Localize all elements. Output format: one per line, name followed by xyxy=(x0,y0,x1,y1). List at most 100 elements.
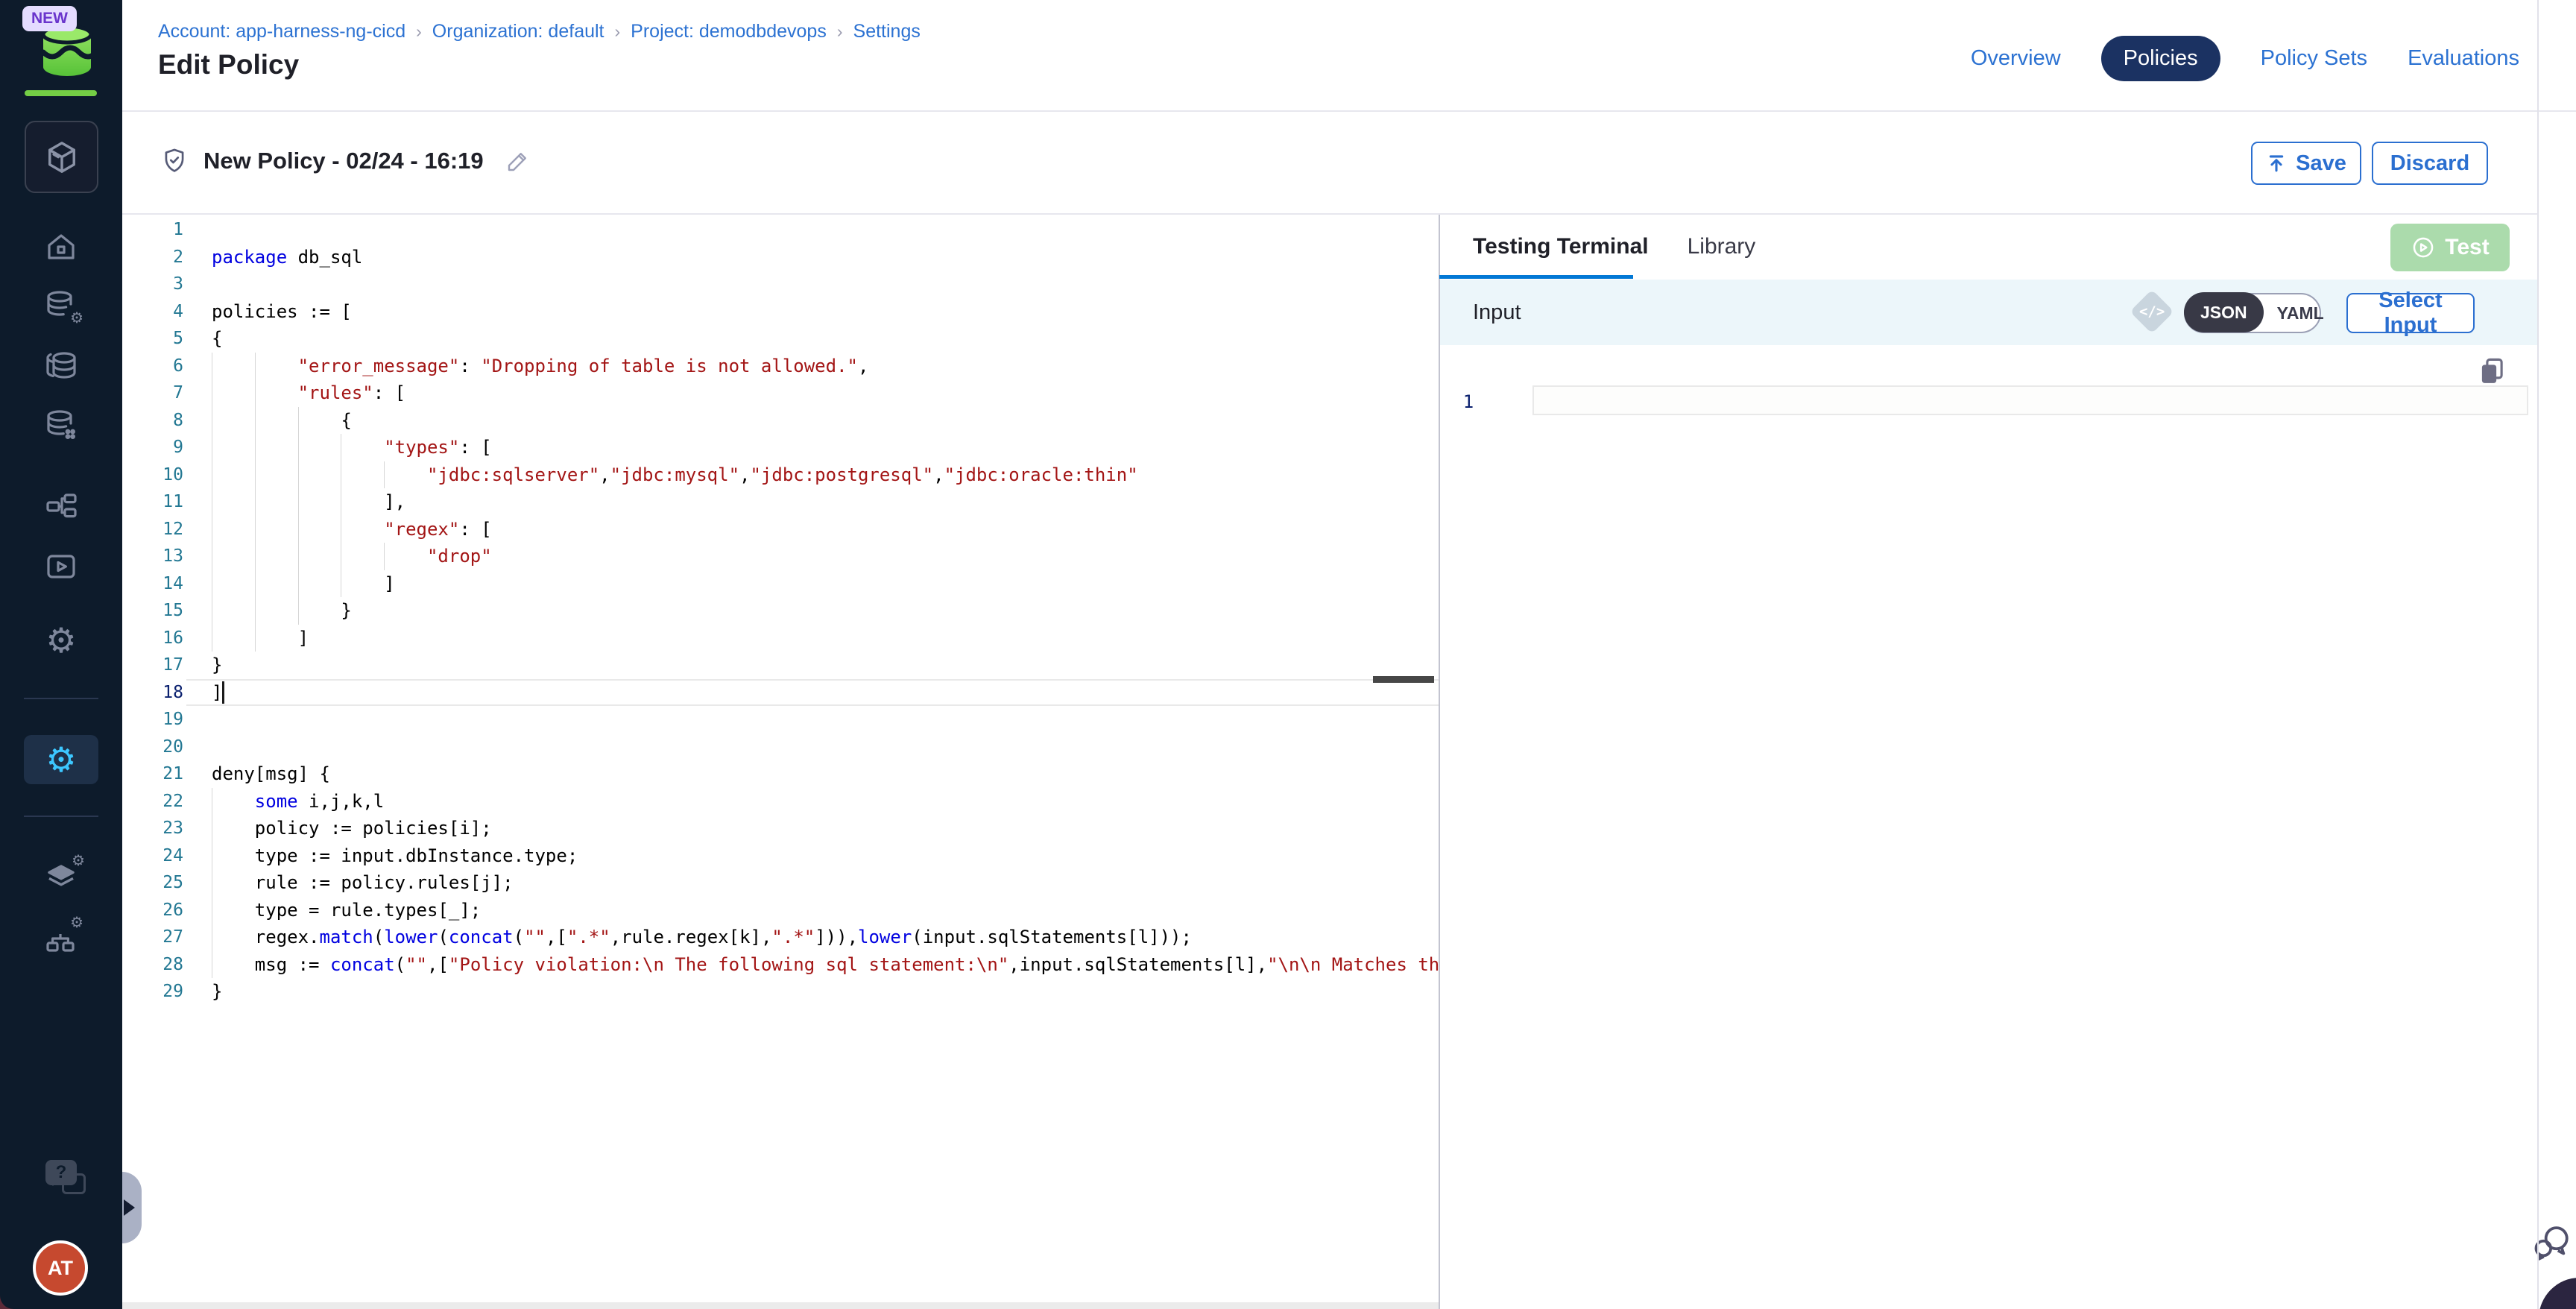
code-line: deny[msg] { xyxy=(212,760,330,788)
new-badge: NEW xyxy=(22,6,77,31)
input-editor-line-number: 1 xyxy=(1453,388,1483,416)
code-line: ] xyxy=(212,570,395,598)
layers-gear-icon: ⚙ xyxy=(43,859,79,895)
tab-policies-active[interactable]: Policies xyxy=(2101,36,2220,81)
breadcrumb-separator: › xyxy=(837,22,843,42)
sidebar-item-database-devops[interactable] xyxy=(0,407,122,443)
line-number: 2 xyxy=(122,244,183,271)
tab-testing-terminal[interactable]: Testing Terminal xyxy=(1473,234,1649,259)
line-number: 4 xyxy=(122,298,183,326)
tab-library[interactable]: Library xyxy=(1688,234,1756,259)
sidebar-item-executions[interactable] xyxy=(0,549,122,584)
code-line: } xyxy=(212,978,222,1006)
pipeline-tree-icon xyxy=(43,489,79,525)
policy-toolbar: New Policy - 02/24 - 16:19 xyxy=(160,145,531,177)
avatar[interactable]: AT xyxy=(33,1240,88,1296)
sidebar-expand-handle[interactable] xyxy=(122,1172,142,1243)
testing-panel-tabs: Testing Terminal Library xyxy=(1440,215,2537,279)
line-number: 9 xyxy=(122,434,183,461)
editor-horizontal-scrollbar[interactable] xyxy=(122,1302,1439,1309)
overview-ruler-cursor-marker xyxy=(1373,676,1434,683)
input-editor-current-line[interactable] xyxy=(1532,385,2528,415)
code-line: policy := policies[i]; xyxy=(212,815,492,842)
play-circle-icon xyxy=(2411,235,2436,260)
line-number: 25 xyxy=(122,869,183,897)
code-line: package db_sql xyxy=(212,244,362,271)
sidebar-item-pipelines[interactable] xyxy=(0,489,122,525)
shield-check-icon xyxy=(160,145,189,177)
sidebar-divider xyxy=(24,816,98,817)
line-number: 3 xyxy=(122,271,183,298)
tab-overview[interactable]: Overview xyxy=(1971,46,2061,71)
edit-pencil-icon[interactable] xyxy=(505,148,531,174)
breadcrumb: Account: app-harness-ng-cicd › Organizat… xyxy=(158,21,921,42)
edit-policy-page: NEW xyxy=(0,0,2576,1309)
format-toggle[interactable]: JSON YAML xyxy=(2184,293,2321,333)
header-divider xyxy=(122,110,2576,112)
code-line: type = rule.types[_]; xyxy=(212,897,481,924)
mini-gear-icon: ⚙ xyxy=(70,915,83,930)
harness-db-logo-icon[interactable] xyxy=(37,25,97,76)
code-line: "error_message": "Dropping of table is n… xyxy=(212,353,868,380)
code-line: type := input.dbInstance.type; xyxy=(212,842,578,870)
code-line: "types": [ xyxy=(212,434,492,461)
tab-policy-sets[interactable]: Policy Sets xyxy=(2261,46,2367,71)
sidebar-item-project-settings-active[interactable]: ⚙ xyxy=(24,735,98,784)
select-input-button[interactable]: Select Input xyxy=(2346,293,2475,333)
breadcrumb-account[interactable]: Account: app-harness-ng-cicd xyxy=(158,21,405,42)
help-chat-icon: ? xyxy=(45,1160,77,1185)
sidebar-item-layers-settings[interactable]: ⚙ xyxy=(0,859,122,895)
sidebar-item-home[interactable] xyxy=(0,230,122,265)
active-gear-icon: ⚙ xyxy=(45,742,76,777)
sidebar-item-database-settings[interactable]: ⚙ xyxy=(0,288,122,324)
breadcrumb-project[interactable]: Project: demodbdevops xyxy=(631,21,827,42)
line-number: 14 xyxy=(122,570,183,598)
line-number: 17 xyxy=(122,652,183,679)
save-button[interactable]: Save xyxy=(2251,142,2361,185)
line-number: 15 xyxy=(122,597,183,625)
home-icon xyxy=(43,230,79,265)
active-tab-underline xyxy=(1439,275,1633,279)
code-line: { xyxy=(212,325,222,353)
line-number: 23 xyxy=(122,815,183,842)
line-number: 6 xyxy=(122,353,183,380)
line-number: 11 xyxy=(122,488,183,516)
code-line: ], xyxy=(212,488,405,516)
discard-label: Discard xyxy=(2390,151,2469,176)
code-line: } xyxy=(212,652,222,679)
toggle-option-json-active[interactable]: JSON xyxy=(2184,292,2264,332)
sidebar-item-module-package[interactable] xyxy=(25,121,98,193)
breadcrumb-settings[interactable]: Settings xyxy=(853,21,921,42)
sidebar-item-database-stack[interactable] xyxy=(0,347,122,383)
line-number: 5 xyxy=(122,325,183,353)
sidebar-item-organization-settings[interactable]: ⚙ xyxy=(0,921,122,957)
code-line: policies := [ xyxy=(212,298,352,326)
breadcrumb-organization[interactable]: Organization: default xyxy=(432,21,604,42)
line-number: 20 xyxy=(122,734,183,761)
copy-icon[interactable] xyxy=(2476,355,2507,389)
code-line: ] xyxy=(212,625,309,652)
input-label: Input xyxy=(1473,300,1521,325)
tab-evaluations[interactable]: Evaluations xyxy=(2408,46,2519,71)
database-stack-icon xyxy=(42,347,80,383)
line-number: 27 xyxy=(122,924,183,951)
chevron-right-icon xyxy=(124,1199,143,1216)
line-number: 18 xyxy=(122,679,183,707)
chat-widget-circle[interactable] xyxy=(2539,1278,2576,1309)
sidebar-item-settings[interactable]: ⚙ xyxy=(0,623,122,657)
test-button[interactable]: Test xyxy=(2390,224,2510,271)
gear-icon: ⚙ xyxy=(45,623,76,657)
toggle-option-yaml[interactable]: YAML xyxy=(2264,303,2337,324)
mini-gear-icon: ⚙ xyxy=(70,310,83,325)
database-dots-icon xyxy=(43,407,79,443)
line-number: 7 xyxy=(122,379,183,407)
policy-code-editor[interactable]: 12package db_sql34policies := [5{6 "erro… xyxy=(122,215,1439,1302)
sidebar-item-help[interactable]: ? xyxy=(0,1160,122,1185)
sidebar-divider xyxy=(24,698,98,699)
line-number: 16 xyxy=(122,625,183,652)
test-label: Test xyxy=(2445,235,2489,260)
code-line: "drop" xyxy=(212,543,492,570)
code-line: msg := concat("",["Policy violation:\n T… xyxy=(212,951,1439,979)
line-number: 28 xyxy=(122,951,183,979)
discard-button[interactable]: Discard xyxy=(2372,142,2488,185)
